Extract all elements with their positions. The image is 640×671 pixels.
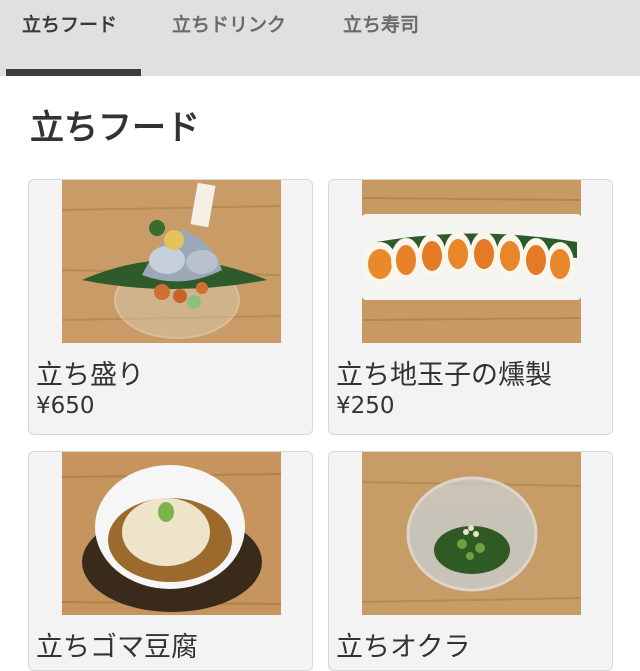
menu-card-sesame-tofu[interactable]: 立ちゴマ豆腐	[28, 451, 313, 671]
menu-card-tachi-mori[interactable]: 立ち盛り ¥650	[28, 179, 313, 435]
sashimi-plate-photo	[62, 180, 281, 343]
tab-tachi-food[interactable]: 立ちフード	[22, 0, 117, 76]
menu-item-name: 立ちゴマ豆腐	[36, 632, 198, 663]
section-title: 立ちフード	[30, 108, 200, 148]
menu-item-name: 立ちオクラ	[336, 632, 471, 663]
menu-item-price: ¥250	[336, 393, 395, 419]
tab-tachi-sushi[interactable]: 立ち寿司	[343, 0, 419, 76]
tab-tachi-drink[interactable]: 立ちドリンク	[172, 0, 286, 76]
menu-item-name: 立ち盛り	[36, 360, 144, 391]
okra-bowl-photo	[362, 452, 581, 615]
category-tab-bar: 立ちフード 立ちドリンク 立ち寿司	[0, 0, 640, 76]
menu-item-price: ¥650	[36, 393, 95, 419]
active-tab-indicator	[6, 69, 141, 76]
sesame-tofu-photo	[62, 452, 281, 615]
smoked-eggs-photo	[362, 180, 581, 343]
menu-card-smoked-eggs[interactable]: 立ち地玉子の燻製 ¥250	[328, 179, 613, 435]
menu-item-name: 立ち地玉子の燻製	[336, 360, 552, 391]
menu-card-okra[interactable]: 立ちオクラ	[328, 451, 613, 671]
